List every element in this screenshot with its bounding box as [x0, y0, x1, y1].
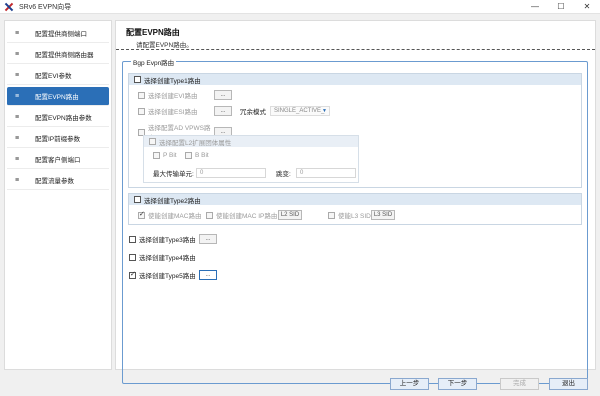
l2-community-checkbox-row[interactable]: 选择配置L2扩展团体属性 [144, 136, 358, 147]
mtu-row: 最大传输单元: 0 跳变: 0 [153, 168, 356, 178]
sidebar-item-label: 配置EVI参数 [35, 73, 72, 80]
group-label: Bgp Evpn路由 [131, 57, 177, 67]
footer-bar: 上一步 下一步 完成 退出 [0, 378, 600, 392]
sidebar-item-label: 配置EVPN路由参数 [35, 115, 92, 122]
mac-route-checkbox[interactable] [138, 210, 145, 219]
type4-label: 选择创建Type4路由 [139, 255, 196, 262]
list-icon: ≡ [14, 50, 20, 58]
mac-route-label: 使能创建MAC路由 [148, 213, 202, 220]
redundancy-mode-value: SINGLE_ACTIVE_ [274, 108, 325, 114]
exit-button[interactable]: 退出 [549, 378, 588, 390]
p-bit-checkbox[interactable] [153, 152, 160, 159]
sidebar-item-label: 配置IP前缀参数 [35, 136, 81, 143]
l3-sid-button[interactable]: L3 SID [371, 210, 395, 220]
maximize-button[interactable]: ☐ [548, 0, 574, 14]
hop-label: 跳变: [276, 171, 291, 178]
hop-input[interactable]: 0 [296, 168, 356, 178]
b-bit-label: B Bit [195, 152, 209, 159]
type1-checkbox[interactable] [134, 76, 141, 83]
l2-community-box: 选择配置L2扩展团体属性 P Bit B Bit 最大传输单元: 0 跳变: 0 [143, 135, 359, 183]
l3-sid-checkbox[interactable] [328, 211, 335, 219]
sidebar-item-label: 配置提供商侧路由器 [35, 52, 94, 59]
type3-checkbox[interactable] [129, 235, 136, 243]
sidebar-item-label: 配置提供商侧端口 [35, 31, 87, 38]
close-button[interactable]: ✕ [574, 0, 600, 14]
sidebar-item-label: 配置EVPN路由 [35, 94, 79, 101]
list-icon: ≡ [14, 176, 20, 184]
type1-box: 选择创建Type1路由 选择创建EVI路由 ... 选择创建ESI路由 ... … [128, 73, 582, 188]
redundancy-mode-label: 冗余模式 [240, 109, 266, 116]
sidebar-item-ip-prefix-params[interactable]: ≡ 配置IP前缀参数 [7, 129, 109, 148]
app-logo-icon [4, 2, 14, 12]
sidebar: ≡ 配置提供商侧端口 ≡ 配置提供商侧路由器 ≡ 配置EVI参数 ≡ 配置EVP… [4, 20, 112, 370]
esi-route-label: 选择创建ESI路由 [148, 109, 198, 116]
sidebar-item-evi-params[interactable]: ≡ 配置EVI参数 [7, 66, 109, 85]
l2-community-checkbox[interactable] [149, 138, 156, 145]
list-icon: ≡ [14, 29, 20, 37]
finish-button[interactable]: 完成 [500, 378, 539, 390]
evi-route-checkbox[interactable] [138, 91, 145, 99]
sidebar-item-provider-router[interactable]: ≡ 配置提供商侧路由器 [7, 45, 109, 64]
chevron-down-icon: ▼ [322, 108, 327, 114]
page-title: 配置EVPN路由 [126, 28, 180, 37]
type2-checkbox[interactable] [134, 196, 141, 203]
evi-route-more-button[interactable]: ... [214, 90, 232, 100]
type2-options-row: 使能创建MAC路由 使能创建MAC IP路由 L2 SID 使能L3 SID L… [138, 210, 395, 220]
sidebar-item-customer-port[interactable]: ≡ 配置客户侧端口 [7, 150, 109, 169]
page-subtitle: 请配置EVPN路由。 [136, 42, 193, 49]
list-icon: ≡ [14, 113, 20, 121]
main-panel: 配置EVPN路由 请配置EVPN路由。 Bgp Evpn路由 选择创建Type1… [115, 20, 596, 384]
esi-route-checkbox[interactable] [138, 107, 145, 115]
type4-checkbox[interactable] [129, 253, 136, 261]
type1-checkbox-row[interactable]: 选择创建Type1路由 [129, 74, 581, 85]
b-bit-checkbox[interactable] [185, 152, 192, 159]
header-divider [116, 49, 595, 50]
list-icon: ≡ [14, 155, 20, 163]
type5-row: 选择创建Type5路由 ... [129, 270, 217, 280]
type3-label: 选择创建Type3路由 [139, 237, 196, 244]
type5-label: 选择创建Type5路由 [139, 273, 196, 280]
l2-sid-button[interactable]: L2 SID [278, 210, 302, 220]
prev-button[interactable]: 上一步 [390, 378, 429, 390]
list-icon: ≡ [14, 134, 20, 142]
type1-label: 选择创建Type1路由 [144, 77, 201, 85]
type3-more-button[interactable]: ... [199, 234, 217, 244]
type2-label: 选择创建Type2路由 [144, 197, 201, 205]
mac-ip-route-checkbox[interactable] [206, 211, 213, 219]
type5-more-button[interactable]: ... [199, 270, 217, 280]
next-button[interactable]: 下一步 [438, 378, 477, 390]
sidebar-item-label: 配置客户侧端口 [35, 157, 81, 164]
esi-route-row: 选择创建ESI路由 ... 冗余模式 SINGLE_ACTIVE_ ▼ [138, 106, 330, 116]
evi-route-row: 选择创建EVI路由 ... [138, 90, 232, 100]
mac-ip-route-label: 使能创建MAC IP路由 [216, 213, 278, 220]
sidebar-item-evpn-route[interactable]: ≡ 配置EVPN路由 [7, 87, 109, 106]
window-controls: — ☐ ✕ [522, 0, 600, 14]
sidebar-item-evpn-route-params[interactable]: ≡ 配置EVPN路由参数 [7, 108, 109, 127]
l2-community-label: 选择配置L2扩展团体属性 [159, 139, 232, 147]
sidebar-item-label: 配置流量参数 [35, 178, 74, 185]
sidebar-item-provider-port[interactable]: ≡ 配置提供商侧端口 [7, 24, 109, 43]
window-title: SRv6 EVPN向导 [19, 3, 72, 11]
minimize-button[interactable]: — [522, 0, 548, 14]
evi-route-label: 选择创建EVI路由 [148, 93, 198, 100]
title-bar: SRv6 EVPN向导 — ☐ ✕ [0, 0, 600, 14]
type3-row: 选择创建Type3路由 ... [129, 234, 217, 244]
type2-checkbox-row[interactable]: 选择创建Type2路由 [129, 194, 581, 205]
list-icon: ≡ [14, 71, 20, 79]
bit-row: P Bit B Bit [153, 152, 209, 159]
l3-sid-label: 使能L3 SID [338, 213, 371, 220]
type4-row: 选择创建Type4路由 [129, 252, 196, 262]
type2-box: 选择创建Type2路由 使能创建MAC路由 使能创建MAC IP路由 L2 SI… [128, 193, 582, 225]
mtu-label: 最大传输单元: [153, 171, 194, 178]
sidebar-item-traffic-params[interactable]: ≡ 配置流量参数 [7, 171, 109, 190]
esi-route-more-button[interactable]: ... [214, 106, 232, 116]
p-bit-label: P Bit [163, 152, 177, 159]
bgp-evpn-route-group: Bgp Evpn路由 选择创建Type1路由 选择创建EVI路由 ... 选择创… [122, 57, 588, 384]
list-icon: ≡ [14, 92, 20, 100]
mtu-input[interactable]: 0 [196, 168, 266, 178]
redundancy-mode-select[interactable]: SINGLE_ACTIVE_ ▼ [270, 106, 330, 116]
type5-checkbox[interactable] [129, 270, 136, 279]
